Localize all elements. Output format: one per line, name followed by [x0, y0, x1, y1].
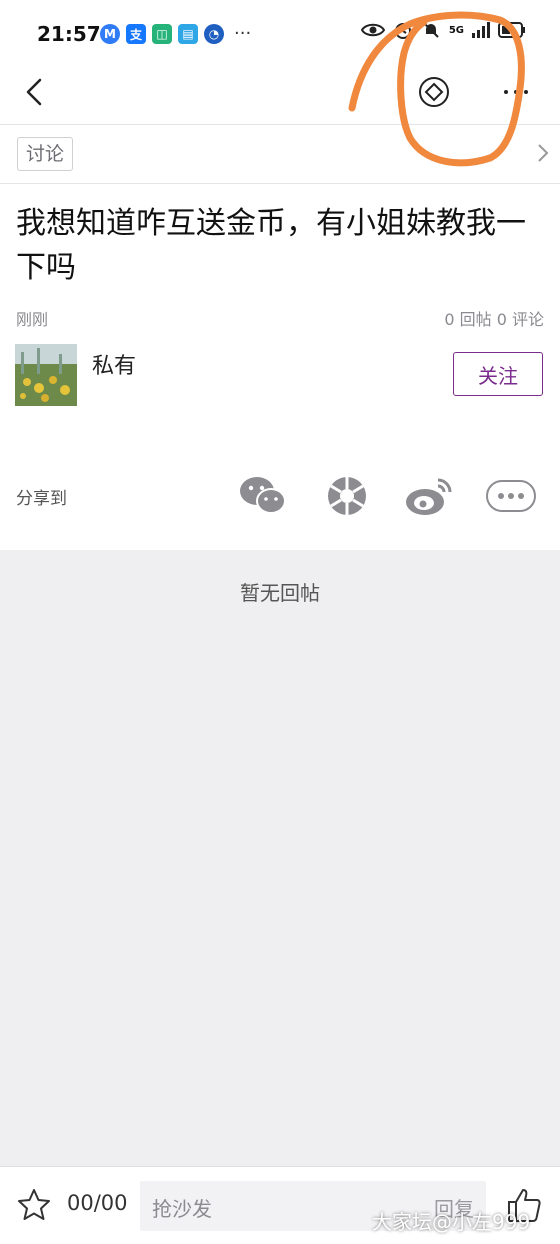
page-counter: 00/00: [67, 1191, 128, 1215]
signal-icon: [472, 22, 490, 38]
wechat-icon[interactable]: [238, 474, 288, 518]
alipay-icon: 支: [126, 24, 146, 44]
author-name[interactable]: 私有: [92, 348, 136, 380]
no-replies-text: 暂无回帖: [240, 581, 320, 605]
more-dot: [504, 90, 508, 94]
chevron-right-icon: [538, 144, 549, 162]
network-label: 5G: [448, 24, 464, 36]
battery-icon: [498, 22, 525, 38]
more-dot: [514, 90, 518, 94]
star-icon[interactable]: [16, 1187, 52, 1223]
status-time: 21:57: [37, 22, 101, 46]
category-bar[interactable]: 讨论: [0, 125, 560, 184]
notification-icons: M 支 ◫ ▤ ◔ ···: [100, 24, 251, 44]
follow-button[interactable]: 关注: [453, 352, 543, 396]
post-title: 我想知道咋互送金币，有小姐妹教我一下吗: [16, 206, 526, 285]
coin-icon: [419, 77, 449, 107]
weibo-icon[interactable]: [404, 474, 454, 518]
mute-bell-icon: [423, 22, 439, 38]
reply-placeholder: 抢沙发: [152, 1197, 212, 1221]
watermark: 大家坛@小左999: [372, 1210, 531, 1234]
mail-icon: M: [100, 24, 120, 44]
category-tag[interactable]: 讨论: [17, 137, 74, 171]
avatar[interactable]: [15, 344, 77, 406]
post-card: 我想知道咋互送金币，有小姐妹教我一下吗 刚刚 0 回帖 0 评论 私有 关注 分…: [0, 184, 560, 550]
top-nav-bar: [0, 62, 560, 125]
more-share-icon[interactable]: [486, 474, 536, 518]
share-label: 分享到: [16, 489, 67, 509]
back-button[interactable]: [18, 72, 54, 112]
avatar-image: [15, 344, 77, 406]
post-time: 刚刚: [16, 310, 49, 329]
more-notifications-icon: ···: [234, 23, 252, 44]
eye-icon: [360, 23, 385, 37]
alarm-icon: [394, 23, 411, 39]
moments-icon[interactable]: [322, 474, 372, 518]
browser-icon: ◔: [204, 24, 224, 44]
status-bar: 21:57 M 支 ◫ ▤ ◔ ··· 5G: [0, 0, 560, 62]
system-icons: 5G: [360, 20, 526, 40]
more-dot: [524, 90, 528, 94]
coin-button[interactable]: [416, 74, 452, 110]
post-stats: 0 回帖 0 评论: [444, 310, 544, 329]
more-options-button[interactable]: [496, 74, 536, 110]
back-arrow-icon: [26, 78, 42, 106]
book-icon: ▤: [178, 24, 198, 44]
app-icon: ◫: [152, 24, 172, 44]
